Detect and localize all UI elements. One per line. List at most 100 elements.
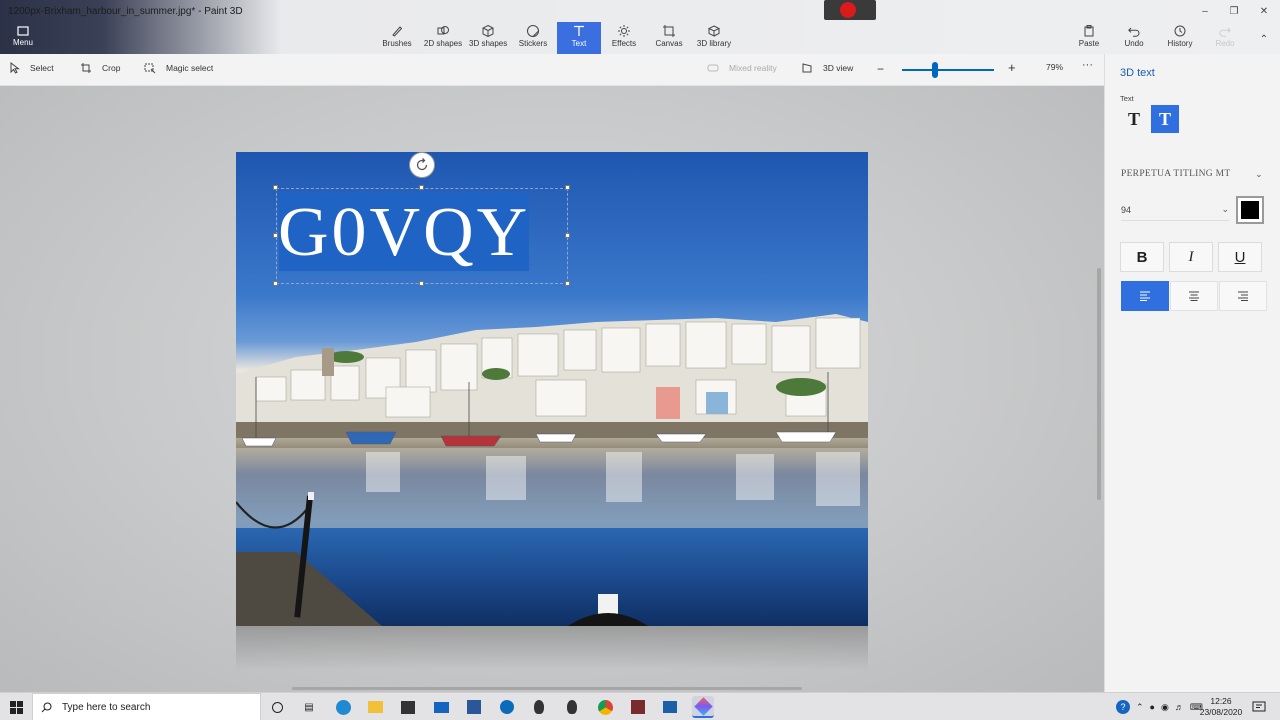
taskbar-app-word[interactable] <box>463 696 485 718</box>
3d-view-button[interactable]: 3D view <box>801 62 853 74</box>
flame-icon <box>567 700 577 714</box>
close-button[interactable]: ✕ <box>1249 0 1279 22</box>
resize-handle-bottom[interactable] <box>419 281 424 286</box>
vertical-scrollbar[interactable] <box>1097 268 1101 500</box>
taskbar: Type here to search ▤ ? ⌃ ● ◉ ♬ ⌨ 12:26 … <box>0 692 1280 720</box>
task-view-button[interactable]: ▤ <box>298 696 320 718</box>
taskbar-app-chrome[interactable] <box>594 696 616 718</box>
font-dropdown[interactable]: PERPETUA TITLING MT ⌄ <box>1121 162 1263 186</box>
resize-handle-bottom-right[interactable] <box>565 281 570 286</box>
paste-icon <box>1084 25 1094 37</box>
collapse-panel-button[interactable]: ⌃ <box>1249 28 1279 50</box>
taskbar-app-2[interactable] <box>561 696 583 718</box>
search-placeholder: Type here to search <box>62 701 151 713</box>
zoom-out-button[interactable]: − <box>877 62 884 76</box>
tool-2d-shapes[interactable]: 2D shapes <box>423 22 463 54</box>
mixed-reality-button[interactable]: Mixed reality <box>707 62 777 74</box>
start-button[interactable] <box>0 693 32 720</box>
chevron-up-icon[interactable]: ⌃ <box>1136 702 1144 713</box>
taskbar-app-edge[interactable] <box>332 696 354 718</box>
resize-handle-top-right[interactable] <box>565 185 570 190</box>
taskbar-app-store[interactable] <box>397 696 419 718</box>
tool-label: 3D shapes <box>469 39 508 48</box>
folder-icon <box>367 701 383 713</box>
horizontal-scrollbar[interactable] <box>292 687 802 690</box>
microphone-icon[interactable]: ● <box>1150 702 1155 712</box>
italic-button[interactable]: I <box>1169 242 1213 272</box>
network-icon[interactable]: ◉ <box>1161 702 1169 713</box>
taskbar-app-1[interactable] <box>528 696 550 718</box>
redo-icon <box>1219 27 1231 37</box>
font-value: PERPETUA TITLING MT <box>1121 169 1231 179</box>
align-left-button[interactable] <box>1121 281 1169 311</box>
tool-3d-shapes[interactable]: 3D shapes <box>469 22 507 54</box>
3d-text-button[interactable]: T <box>1151 105 1179 133</box>
tool-brushes[interactable]: Brushes <box>382 22 412 54</box>
more-options-button[interactable]: ··· <box>1082 59 1093 71</box>
paste-label: Paste <box>1078 39 1100 48</box>
canvas-text[interactable]: G0VQY <box>278 196 530 270</box>
zoom-level: 79% <box>1046 62 1064 72</box>
notification-icon <box>1252 701 1266 712</box>
align-right-button[interactable] <box>1219 281 1267 311</box>
bold-button[interactable]: B <box>1120 242 1164 272</box>
screen-recorder-widget[interactable] <box>824 0 876 20</box>
help-icon[interactable]: ? <box>1116 700 1130 714</box>
crop-icon <box>81 63 91 73</box>
taskbar-app-explorer[interactable] <box>364 696 386 718</box>
font-size-dropdown[interactable]: 94 ⌄ <box>1121 199 1229 221</box>
resize-handle-right[interactable] <box>565 233 570 238</box>
minus-icon: − <box>877 62 885 76</box>
rotate-handle[interactable] <box>409 152 435 178</box>
notifications-button[interactable] <box>1252 693 1266 720</box>
more-icon: ··· <box>1082 59 1093 71</box>
history-button[interactable]: History <box>1165 22 1195 54</box>
undo-button[interactable]: Undo <box>1122 22 1146 54</box>
crop-button[interactable]: Crop <box>80 62 120 74</box>
volume-icon[interactable]: ♬ <box>1175 702 1184 712</box>
canvas-shadow <box>236 626 868 670</box>
task-view-icon: ▤ <box>304 701 314 713</box>
chevron-down-icon: ⌄ <box>1221 204 1229 214</box>
resize-handle-bottom-left[interactable] <box>273 281 278 286</box>
restore-button[interactable]: ❐ <box>1219 0 1249 22</box>
taskbar-app-4[interactable] <box>659 696 681 718</box>
align-center-icon <box>1189 291 1199 301</box>
minimize-button[interactable]: – <box>1190 0 1220 22</box>
2d-text-button[interactable]: T <box>1120 105 1148 133</box>
paste-button[interactable]: Paste <box>1076 22 1102 54</box>
app-icon <box>663 701 677 713</box>
brush-icon <box>392 26 403 37</box>
cube-icon <box>482 24 494 38</box>
tool-effects[interactable]: Effects <box>610 22 638 54</box>
taskbar-app-3[interactable] <box>627 696 649 718</box>
taskbar-app-mail[interactable] <box>430 696 452 718</box>
zoom-slider-thumb[interactable] <box>932 62 939 78</box>
tool-canvas[interactable]: Canvas <box>654 22 684 54</box>
taskbar-search[interactable]: Type here to search <box>32 693 261 720</box>
align-center-button[interactable] <box>1170 281 1218 311</box>
underline-button[interactable]: U <box>1218 242 1262 272</box>
tool-stickers[interactable]: Stickers <box>517 22 549 54</box>
magic-select-button[interactable]: Magic select <box>144 62 213 74</box>
zoom-slider[interactable] <box>902 69 994 71</box>
tool-text[interactable]: Text <box>557 22 601 54</box>
resize-handle-top[interactable] <box>419 185 424 190</box>
taskbar-app-skype[interactable] <box>496 696 518 718</box>
menu-button[interactable]: Menu <box>6 24 40 50</box>
select-button[interactable]: Select <box>10 62 54 74</box>
redo-button[interactable]: Redo <box>1212 22 1238 54</box>
taskbar-app-paint3d[interactable] <box>692 696 714 718</box>
tool-3d-library[interactable]: 3D library <box>696 22 732 54</box>
cortana-button[interactable] <box>266 696 288 718</box>
text-color-swatch[interactable] <box>1236 196 1264 224</box>
plus-icon: + <box>1008 60 1016 75</box>
taskbar-clock[interactable]: 12:26 23/08/2020 <box>1199 696 1243 718</box>
3d-view-icon <box>802 63 812 73</box>
tool-label: 3D library <box>696 39 732 48</box>
resize-handle-left[interactable] <box>273 233 278 238</box>
magic-select-label: Magic select <box>166 63 214 73</box>
zoom-in-button[interactable]: + <box>1008 60 1016 75</box>
resize-handle-top-left[interactable] <box>273 185 278 190</box>
flame-icon <box>534 700 544 714</box>
